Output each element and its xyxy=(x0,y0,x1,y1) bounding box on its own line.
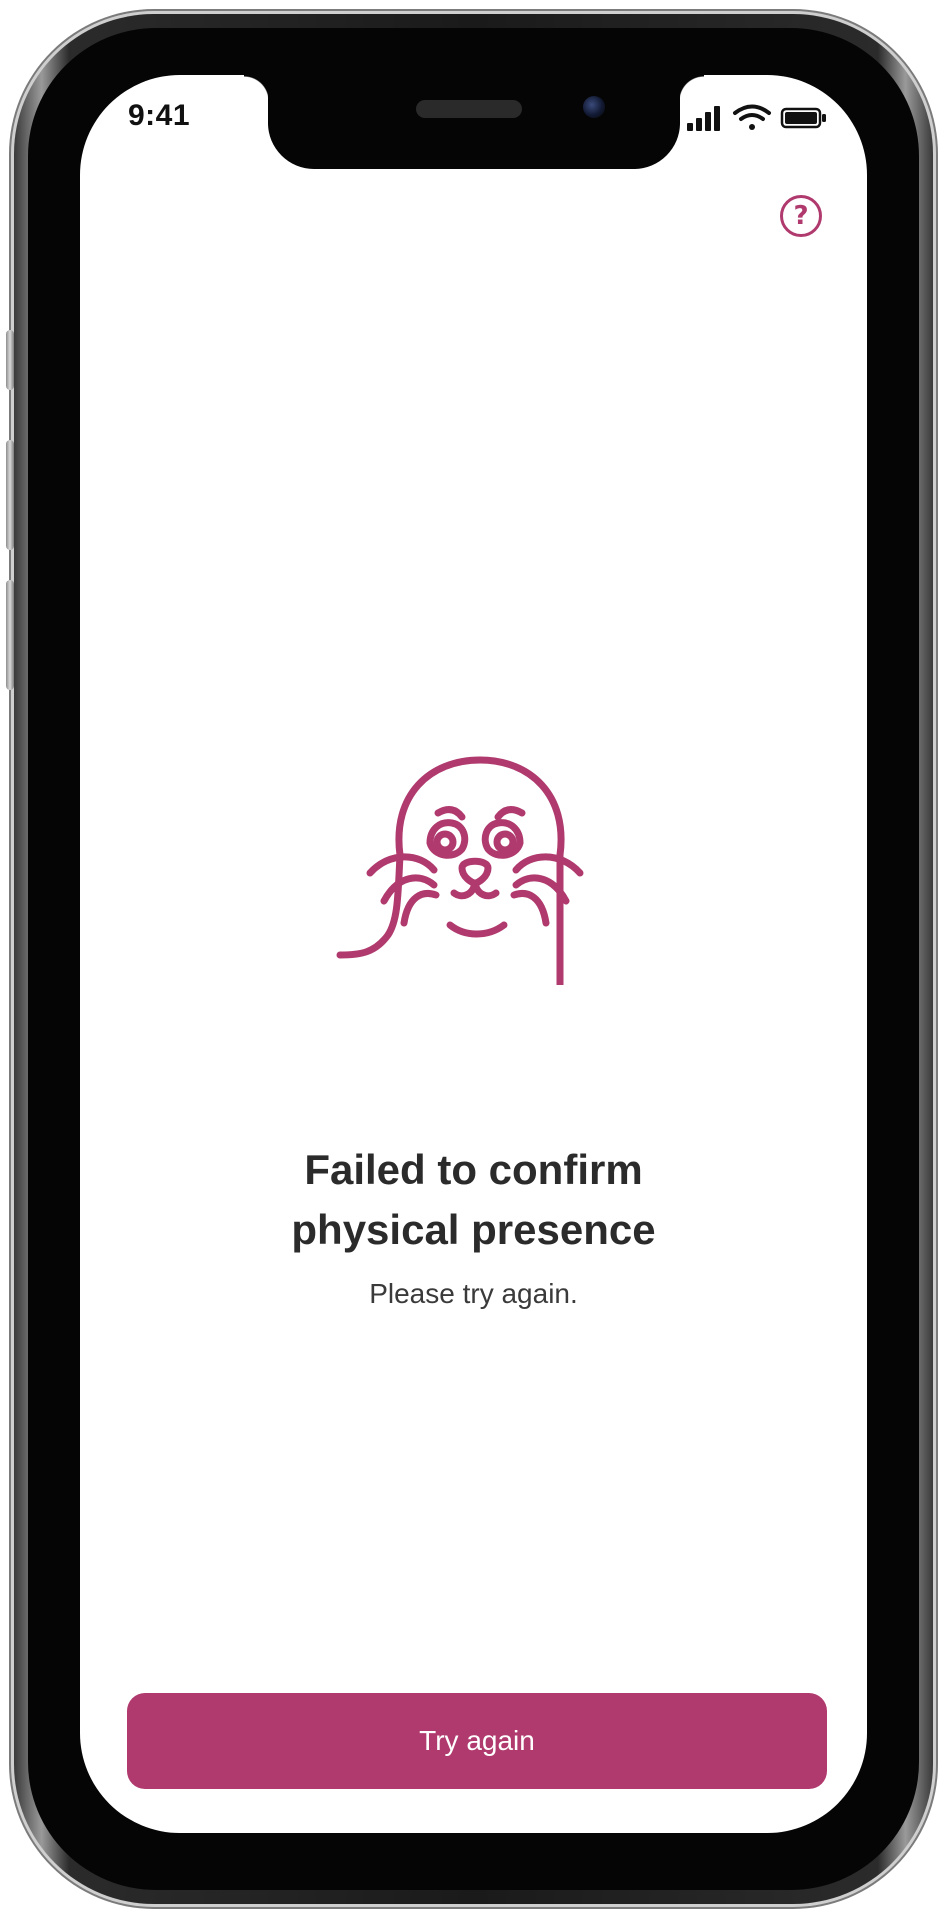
status-time: 9:41 xyxy=(128,99,191,132)
sad-seal-illustration xyxy=(336,756,584,985)
page-title: Failed to confirm physical presence xyxy=(80,1140,867,1260)
seal-right-whiskers xyxy=(510,853,584,927)
seal-right-brow xyxy=(494,806,526,821)
seal-smile xyxy=(446,921,508,938)
try-again-button[interactable]: Try again xyxy=(127,1693,827,1789)
title-line-1: Failed to confirm xyxy=(304,1146,643,1193)
seal-head-outline xyxy=(395,756,565,985)
wifi-icon xyxy=(733,104,771,130)
help-button[interactable]: ? xyxy=(780,195,822,237)
seal-left-whiskers xyxy=(366,853,440,927)
battery-icon xyxy=(780,107,826,129)
seal-right-pupil xyxy=(493,830,517,854)
front-camera xyxy=(583,96,605,118)
question-circle-icon: ? xyxy=(793,201,809,231)
speaker-grille xyxy=(416,100,522,118)
status-icons xyxy=(687,104,826,131)
seal-mouth-right xyxy=(471,879,500,900)
side-button-volume-up xyxy=(6,440,14,550)
notch xyxy=(244,75,704,169)
page: 9:41 ? Failed to confirm physical presen… xyxy=(0,0,947,1918)
side-button-volume-down xyxy=(6,580,14,690)
seal-left-brow xyxy=(434,806,466,821)
seal-left-pupil xyxy=(433,830,457,854)
title-line-2: physical presence xyxy=(291,1206,656,1253)
phone-screen: 9:41 ? Failed to confirm physical presen… xyxy=(80,75,867,1833)
signal-icon xyxy=(687,106,720,131)
page-subtitle: Please try again. xyxy=(369,1278,578,1309)
side-button-mute xyxy=(6,330,14,390)
home-indicator xyxy=(340,1815,608,1823)
